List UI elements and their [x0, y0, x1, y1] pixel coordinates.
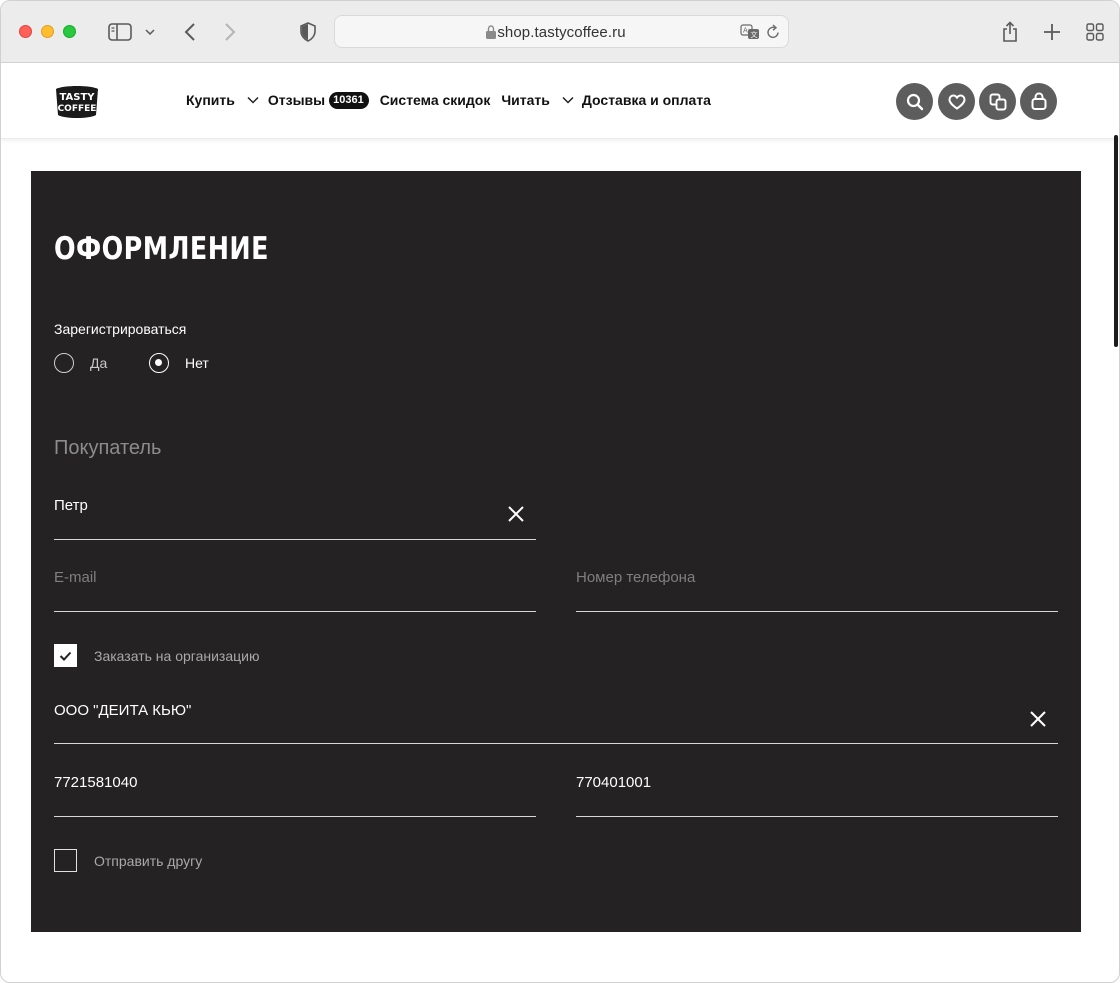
organization-name-field[interactable]: ООО "ДЕИТА КЬЮ" — [54, 702, 1058, 744]
sidebar-toggle-icon[interactable] — [107, 22, 133, 42]
svg-text:TASTY: TASTY — [59, 92, 95, 103]
svg-text:A: A — [743, 27, 748, 35]
email-placeholder: E-mail — [54, 569, 97, 586]
shopping-bag-icon[interactable] — [1020, 83, 1057, 120]
order-for-organization-label: Заказать на организацию — [94, 647, 260, 664]
site-header: TASTY COFFEE Купить Отзывы 10361 Система… — [1, 63, 1119, 139]
chevron-down-icon — [562, 96, 574, 104]
checkbox-box — [54, 849, 77, 872]
inn-field[interactable]: 7721581040 — [54, 774, 536, 817]
reload-icon[interactable] — [766, 24, 780, 40]
page-scrollbar[interactable] — [1114, 135, 1118, 347]
send-to-friend-checkbox[interactable]: Отправить другу — [54, 849, 202, 872]
nav-reviews-label: Отзывы — [267, 92, 326, 108]
name-field[interactable]: Петр — [54, 497, 536, 540]
email-field[interactable]: E-mail — [54, 569, 536, 612]
heart-icon[interactable] — [938, 83, 975, 120]
browser-toolbar: shop.tastycoffee.ru 文A — [1, 1, 1119, 63]
organization-name-value: ООО "ДЕИТА КЬЮ" — [54, 702, 192, 719]
nav-delivery[interactable]: Доставка и оплата — [582, 92, 711, 108]
nav-reviews[interactable]: Отзывы 10361 — [267, 91, 369, 109]
phone-field[interactable]: Номер телефона — [576, 569, 1058, 612]
close-window-button[interactable] — [19, 25, 32, 38]
browser-window: shop.tastycoffee.ru 文A TASTY COFFEE Купи… — [0, 0, 1120, 983]
chevron-down-icon[interactable] — [143, 23, 157, 41]
nav-read-label: Читать — [501, 92, 550, 108]
chevron-down-icon — [247, 96, 259, 104]
register-no-label: Нет — [185, 355, 209, 371]
plus-icon[interactable] — [1041, 20, 1063, 44]
reviews-count-badge: 10361 — [329, 91, 369, 109]
zoom-window-button[interactable] — [63, 25, 76, 38]
buyer-section-title: Покупатель — [54, 437, 162, 459]
forward-arrow-icon[interactable] — [219, 19, 241, 45]
kpp-field[interactable]: 770401001 — [576, 774, 1058, 817]
search-icon[interactable] — [896, 83, 933, 120]
register-label: Зарегистрироваться — [54, 321, 187, 337]
checkout-panel: ОФОРМЛЕНИЕ Зарегистрироваться Да Нет Пок… — [31, 171, 1081, 932]
address-bar[interactable]: shop.tastycoffee.ru 文A — [334, 15, 789, 48]
url-text: shop.tastycoffee.ru — [497, 24, 626, 41]
share-icon[interactable] — [999, 19, 1021, 45]
close-icon[interactable] — [506, 504, 526, 524]
phone-placeholder: Номер телефона — [576, 569, 696, 586]
radio-circle-selected — [149, 353, 169, 373]
nav-discounts-label: Система скидок — [379, 92, 491, 108]
minimize-window-button[interactable] — [41, 25, 54, 38]
send-to-friend-label: Отправить другу — [94, 852, 203, 869]
svg-text:文: 文 — [751, 30, 758, 39]
name-value: Петр — [54, 497, 88, 514]
inn-value: 7721581040 — [54, 774, 138, 791]
close-icon[interactable] — [1028, 709, 1048, 729]
order-for-organization-checkbox[interactable]: Заказать на организацию — [54, 644, 259, 667]
page-title: ОФОРМЛЕНИЕ — [54, 231, 269, 267]
back-arrow-icon[interactable] — [179, 19, 201, 45]
register-yes-label: Да — [90, 355, 108, 371]
privacy-shield-icon[interactable] — [297, 20, 319, 44]
nav-read[interactable]: Читать — [501, 92, 574, 108]
nav-delivery-label: Доставка и оплата — [581, 92, 711, 108]
translate-icon[interactable]: 文A — [740, 24, 760, 40]
tasty-coffee-logo[interactable]: TASTY COFFEE — [53, 83, 101, 121]
checkbox-box-checked — [54, 644, 77, 667]
radio-circle — [54, 353, 74, 373]
nav-buy[interactable]: Купить — [186, 92, 259, 108]
compare-icon[interactable] — [979, 83, 1016, 120]
checkmark-icon — [59, 651, 72, 661]
nav-discounts[interactable]: Система скидок — [380, 92, 491, 108]
kpp-value: 770401001 — [576, 774, 652, 791]
svg-text:COFFEE: COFFEE — [58, 104, 97, 114]
register-no-radio[interactable]: Нет — [149, 353, 209, 373]
nav-buy-label: Купить — [186, 92, 235, 108]
tab-overview-icon[interactable] — [1084, 20, 1106, 44]
register-yes-radio[interactable]: Да — [54, 353, 107, 373]
main-nav: Купить Отзывы 10361 Система скидок Читат… — [186, 90, 711, 110]
